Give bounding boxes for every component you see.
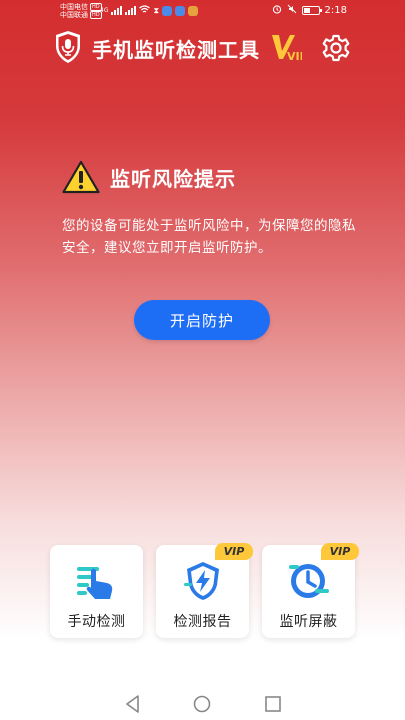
carrier-info: 中国电信 HD 中国联通 HD [60, 3, 102, 19]
recents-square-icon[interactable] [261, 692, 285, 716]
carrier1-label: 中国电信 [60, 3, 88, 11]
enable-protection-button[interactable]: 开启防护 [134, 300, 270, 340]
hand-scan-icon [77, 567, 113, 599]
clock-block-icon [289, 564, 329, 598]
mute-icon [287, 4, 297, 17]
card-label: 手动检测 [67, 614, 126, 630]
back-triangle-icon[interactable] [121, 692, 145, 716]
shield-mic-logo-icon [56, 31, 80, 63]
warning-heading: 监听风险提示 [62, 160, 236, 194]
signal2-icon [125, 6, 137, 15]
battery-icon [301, 6, 322, 15]
app-header: 手机监听检测工具 VIP [0, 28, 405, 68]
status-right: 2:18 [272, 4, 347, 17]
warning-triangle-icon [62, 160, 100, 194]
shield-bolt-icon [184, 562, 219, 600]
alarm-icon [272, 4, 282, 17]
status-icons: 4G ⧗ [100, 5, 199, 16]
carrier2-label: 中国联通 [60, 11, 88, 19]
app-notification-icon [162, 5, 173, 16]
location-notification-icon [175, 5, 186, 16]
card-label: 检测报告 [173, 614, 232, 630]
wifi-icon [139, 5, 151, 16]
vip-badge: VIP [215, 543, 253, 560]
system-nav-bar [0, 692, 405, 720]
vip-badge: VIP [321, 543, 359, 560]
warning-title: 监听风险提示 [110, 166, 236, 191]
warning-description: 您的设备可能处于监听风险中，为保障您的隐私安全，建议您立即开启监听防护。 [62, 218, 356, 256]
home-circle-icon[interactable] [190, 692, 214, 716]
manual-detect-card[interactable]: 手动检测 [50, 545, 143, 638]
detect-report-card[interactable]: VIP 检测报告 [156, 543, 253, 638]
hourglass-icon: ⧗ [153, 5, 160, 15]
net-type-label: 4G [100, 7, 109, 14]
status-bar: 中国电信 HD 中国联通 HD 4G ⧗ 2:18 [0, 0, 405, 24]
app-screen: 中国电信 HD 中国联通 HD 4G ⧗ 2:18 手机监听检测工具 VI 监听… [0, 0, 405, 720]
vip-logo-icon[interactable]: VIP [270, 32, 302, 62]
gallery-notification-icon [188, 5, 199, 16]
card-label: 监听屏蔽 [279, 614, 338, 630]
signal-icon [111, 6, 123, 15]
settings-gear-icon[interactable] [320, 32, 352, 64]
app-title: 手机监听检测工具 [92, 38, 260, 62]
clock-time: 2:18 [324, 5, 347, 16]
monitor-shield-card[interactable]: VIP 监听屏蔽 [262, 543, 359, 638]
vip-logo-text: VIP [287, 50, 302, 62]
